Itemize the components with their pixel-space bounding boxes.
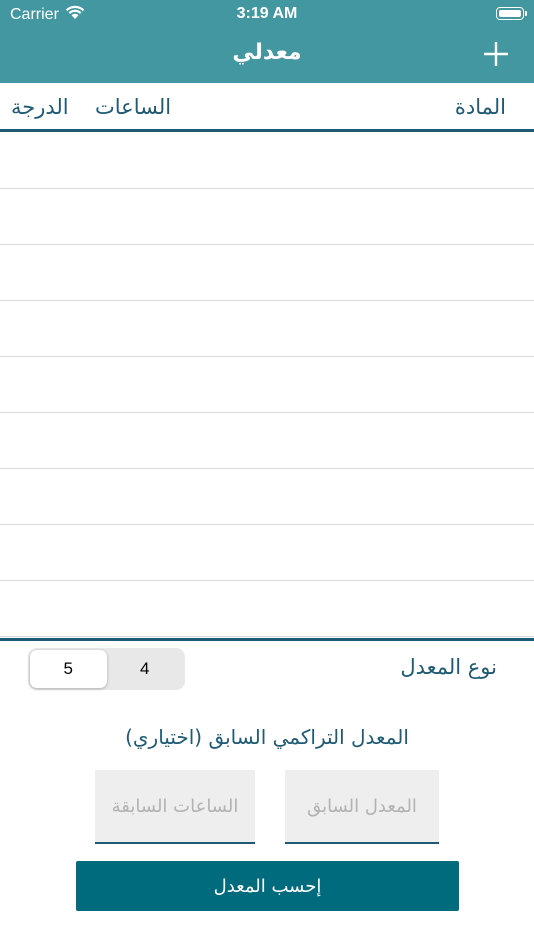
table-bottom-divider (0, 638, 534, 641)
table-row[interactable] (0, 357, 534, 413)
subjects-table (0, 132, 534, 637)
calculate-gpa-button[interactable]: إحسب المعدل (76, 861, 459, 911)
table-row[interactable] (0, 469, 534, 525)
previous-hours-field (95, 769, 255, 844)
table-row[interactable] (0, 189, 534, 245)
previous-hours-input[interactable] (95, 769, 255, 843)
status-bar: Carrier 3:19 AM (0, 0, 534, 30)
column-header-hours: الساعات (95, 95, 172, 119)
plus-icon (484, 42, 508, 66)
add-subject-button[interactable] (480, 38, 512, 70)
status-time: 3:19 AM (236, 5, 298, 22)
table-row[interactable] (0, 413, 534, 469)
table-row[interactable] (0, 245, 534, 301)
battery-full-icon (496, 7, 527, 20)
table-row[interactable] (0, 132, 534, 189)
previous-gpa-title: المعدل التراكمي السابق (اختياري) (125, 725, 409, 749)
gpa-type-selector: 5 4 (28, 648, 185, 690)
previous-gpa-input[interactable] (285, 769, 439, 843)
table-row[interactable] (0, 581, 534, 637)
gpa-type-label: نوع المعدل (400, 655, 497, 679)
column-header-grade: الدرجة (11, 95, 69, 119)
navigation-bar: Carrier 3:19 AM معدلي (0, 0, 534, 83)
page-title: معدلي (232, 40, 302, 65)
table-row[interactable] (0, 301, 534, 357)
previous-gpa-field (285, 769, 439, 844)
gpa-type-option-5[interactable]: 5 (30, 650, 107, 688)
gpa-type-option-4[interactable]: 4 (107, 650, 184, 688)
column-header-subject: المادة (454, 95, 506, 119)
table-row[interactable] (0, 525, 534, 581)
